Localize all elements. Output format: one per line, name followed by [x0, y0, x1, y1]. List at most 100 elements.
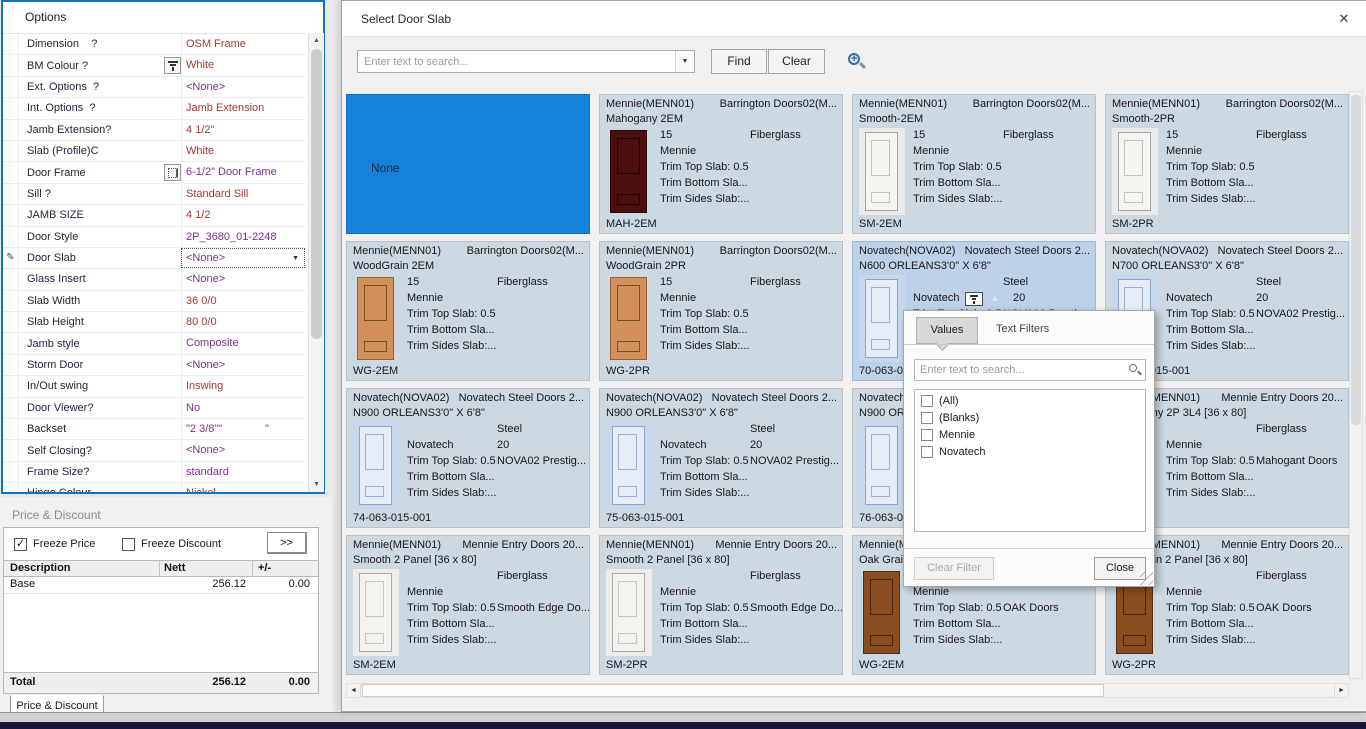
card-detail-line: Trim Top Slab: 0.5OAK Doors [853, 602, 1093, 617]
option-value[interactable]: White [181, 141, 305, 161]
clear-button[interactable]: Clear [768, 49, 825, 74]
detail-text: 15 [660, 276, 672, 288]
none-option-label: None [371, 161, 400, 175]
tab-values[interactable]: Values [916, 317, 978, 344]
option-row[interactable]: Frame Size?standard [3, 462, 305, 483]
option-value[interactable]: OSM Frame [181, 34, 305, 54]
scroll-right-icon[interactable]: ► [1334, 684, 1348, 697]
freeze-discount-option[interactable]: Freeze Discount [122, 536, 221, 552]
zoom-search-icon[interactable]: + [847, 52, 867, 72]
filter-icon[interactable] [164, 57, 181, 74]
freeze-price-option[interactable]: ✓ Freeze Price [14, 536, 95, 552]
option-value[interactable]: <None> [181, 77, 305, 97]
option-value[interactable]: White [181, 55, 305, 75]
find-button[interactable]: Find [711, 49, 767, 74]
option-value[interactable]: <None> [181, 269, 305, 289]
option-row[interactable]: Door Style2P_3680_01-2248 [3, 227, 305, 248]
option-row[interactable]: In/Out swingInswing [3, 376, 305, 397]
option-value[interactable]: 80 0/0 [181, 312, 305, 332]
option-row[interactable]: ✎Door Slab<None>▼ [3, 248, 305, 269]
option-row[interactable]: Storm Door<None> [3, 355, 305, 376]
close-icon[interactable]: ✕ [1334, 9, 1354, 29]
option-value[interactable]: 4 1/2 [181, 205, 305, 225]
vertical-scrollbar-thumb[interactable] [1351, 95, 1361, 425]
popup-close-button[interactable]: Close [1094, 557, 1146, 580]
option-row[interactable]: JAMB SIZE4 1/2 [3, 205, 305, 226]
door-slab-card[interactable]: Mennie(MENN01)Barrington Doors02(M...Woo… [599, 241, 843, 381]
filter-value-item[interactable]: Novatech [915, 443, 1145, 460]
door-slab-card[interactable]: Mennie(MENN01)Barrington Doors02(M...Smo… [852, 94, 1096, 234]
option-row[interactable]: Slab Height80 0/0 [3, 312, 305, 333]
vertical-scrollbar[interactable] [1349, 91, 1363, 679]
filter-search-input[interactable] [915, 364, 1128, 376]
option-row[interactable]: Dimension ?OSM Frame [3, 34, 305, 55]
door-slab-card-none[interactable]: None [346, 94, 590, 234]
filter-value-checkbox[interactable] [921, 412, 933, 424]
filter-value-item[interactable]: (Blanks) [915, 409, 1145, 426]
option-value[interactable]: Jamb Extension [181, 98, 305, 118]
door-slab-card[interactable]: Mennie(MENN01)Mennie Entry Doors 20...Sm… [346, 535, 590, 675]
option-value[interactable]: <None> [181, 355, 305, 375]
option-row[interactable]: Slab (Profile)CWhite [3, 141, 305, 162]
filter-value-checkbox[interactable] [921, 395, 933, 407]
options-scrollbar-thumb[interactable] [311, 49, 322, 339]
resize-grip[interactable] [1140, 572, 1153, 585]
option-row[interactable]: Sill ?Standard Sill [3, 184, 305, 205]
option-value[interactable]: "2 3/8"" " [181, 419, 305, 439]
filter-value-checkbox[interactable] [921, 446, 933, 458]
door-slab-card[interactable]: Novatech(NOVA02)Novatech Steel Doors 2..… [599, 388, 843, 528]
option-value[interactable]: 36 0/0 [181, 291, 305, 311]
option-row[interactable]: Hinge ColourNickel [3, 483, 305, 492]
door-slab-card[interactable]: Novatech(NOVA02)Novatech Steel Doors 2..… [346, 388, 590, 528]
card-detail-line: Trim Bottom Sla... [1106, 177, 1346, 192]
door-slab-card[interactable]: Mennie(MENN01)Mennie Entry Doors 20...Sm… [599, 535, 843, 675]
option-row[interactable]: Slab Width36 0/0 [3, 291, 305, 312]
search-input[interactable] [358, 51, 675, 72]
filter-value-item[interactable]: Mennie [915, 426, 1145, 443]
option-row[interactable]: Backset"2 3/8"" " [3, 419, 305, 440]
option-value[interactable]: Standard Sill [181, 184, 305, 204]
tab-text-filters[interactable]: Text Filters [996, 323, 1049, 335]
option-value[interactable]: No [181, 398, 305, 418]
door-slab-card[interactable]: Mennie(MENN01)Barrington Doors02(M...Mah… [599, 94, 843, 234]
dialog-titlebar[interactable]: Select Door Slab ✕ [342, 1, 1366, 37]
option-value[interactable]: <None> [181, 440, 305, 460]
option-value[interactable]: Inswing [181, 376, 305, 396]
option-row[interactable]: Int. Options ?Jamb Extension [3, 98, 305, 119]
option-row[interactable]: BM Colour ?White [3, 55, 305, 76]
option-value[interactable]: Composite [181, 333, 305, 353]
dropdown-arrow-icon[interactable]: ▼ [289, 255, 302, 262]
option-row[interactable]: Door Frame6-1/2" Door Frame [3, 162, 305, 183]
frame-icon[interactable] [164, 164, 181, 181]
options-scrollbar[interactable]: ▲ ▼ [308, 33, 324, 492]
scroll-left-icon[interactable]: ◄ [347, 684, 361, 697]
horizontal-scrollbar-thumb[interactable] [362, 684, 1104, 697]
option-row[interactable]: Glass Insert<None> [3, 269, 305, 290]
freeze-price-checkbox[interactable]: ✓ [14, 538, 27, 551]
horizontal-scrollbar[interactable]: ◄ ► [346, 683, 1349, 698]
scroll-down-icon[interactable]: ▼ [309, 477, 324, 492]
option-value[interactable]: <None>▼ [181, 248, 305, 268]
option-value[interactable]: Nickel [181, 483, 305, 492]
option-value[interactable]: standard [181, 462, 305, 482]
door-slab-card[interactable]: Mennie(MENN01)Barrington Doors02(M...Smo… [1105, 94, 1349, 234]
option-row[interactable]: Ext. Options ?<None> [3, 77, 305, 98]
filter-value-checkbox[interactable] [921, 429, 933, 441]
chevron-down-icon[interactable]: ▼ [675, 51, 694, 72]
clear-filter-button[interactable]: Clear Filter [914, 557, 994, 580]
option-value[interactable]: 6-1/2" Door Frame [181, 162, 305, 182]
filter-search-box[interactable] [914, 359, 1146, 381]
freeze-discount-checkbox[interactable] [122, 538, 135, 551]
column-filter-button[interactable] [965, 292, 983, 306]
filter-value-item[interactable]: (All) [915, 392, 1145, 409]
search-combo[interactable]: ▼ [357, 50, 695, 73]
option-value[interactable]: 2P_3680_01-2248 [181, 227, 305, 247]
option-row[interactable]: Jamb styleComposite [3, 333, 305, 354]
expand-button[interactable]: >> [267, 532, 307, 554]
option-row[interactable]: Self Closing?<None> [3, 440, 305, 461]
option-row[interactable]: Jamb Extension?4 1/2" [3, 120, 305, 141]
scroll-up-icon[interactable]: ▲ [309, 33, 324, 48]
option-row[interactable]: Door Viewer?No [3, 398, 305, 419]
option-value[interactable]: 4 1/2" [181, 120, 305, 140]
door-slab-card[interactable]: Mennie(MENN01)Barrington Doors02(M...Woo… [346, 241, 590, 381]
